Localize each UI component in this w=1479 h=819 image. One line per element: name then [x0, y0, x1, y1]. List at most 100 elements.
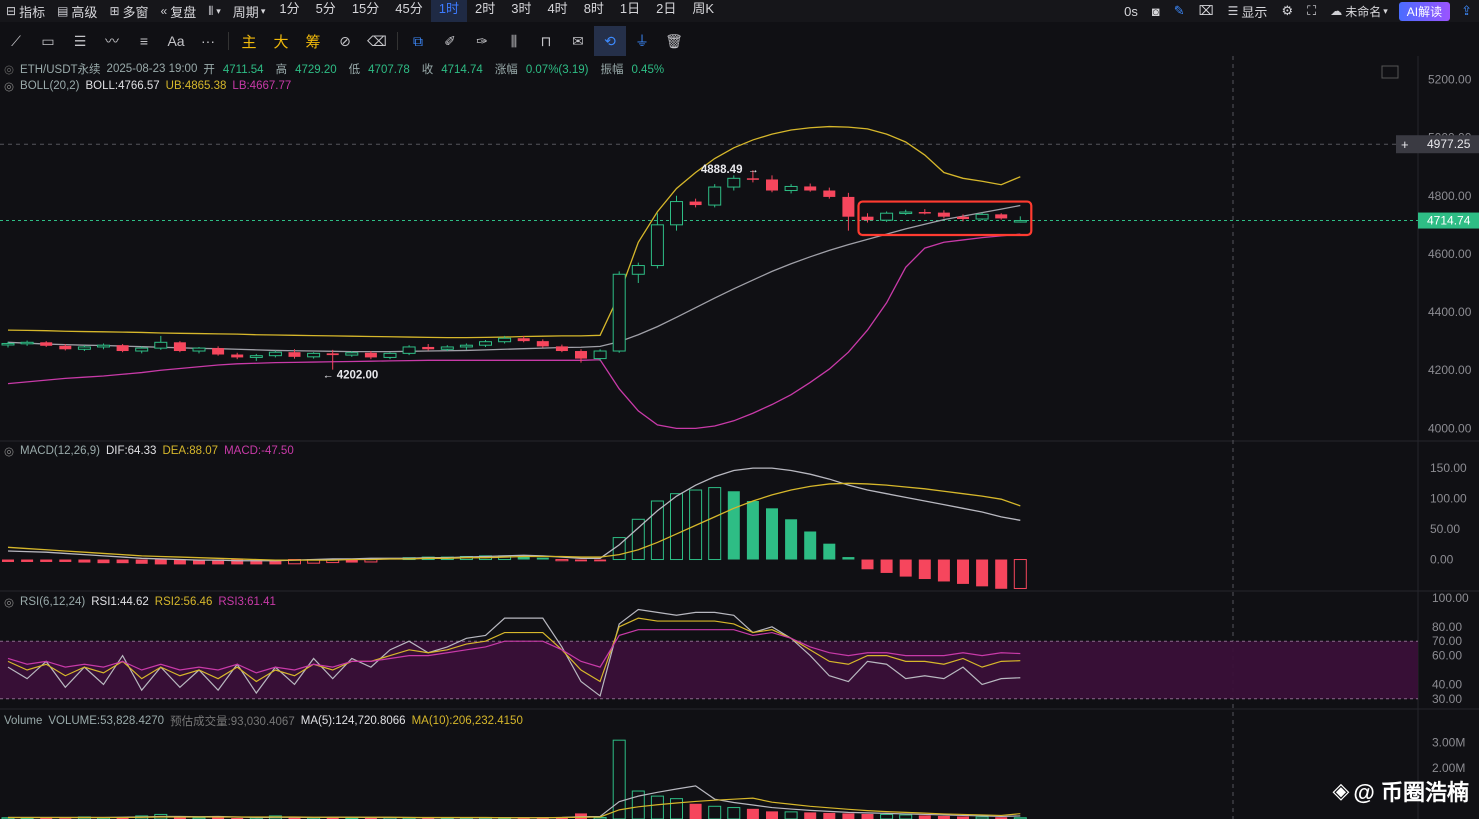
macd-histogram-bar: [631, 518, 645, 561]
volume-bar: [918, 815, 931, 819]
advanced-button[interactable]: ▤ 高级: [51, 0, 103, 22]
candle-body: [479, 341, 492, 346]
candle-body: [364, 352, 377, 358]
last-price-label: 4714.74: [1427, 214, 1471, 228]
candle-body: [631, 265, 645, 275]
macd-histogram-bar: [1013, 559, 1027, 589]
note-icon[interactable]: ✉: [562, 26, 594, 56]
macd-histogram-bar: [154, 559, 167, 565]
candle-body: [766, 179, 778, 191]
eraser-icon[interactable]: ⌫: [361, 26, 393, 56]
replay-button[interactable]: «复盘: [155, 0, 203, 22]
kline-chart[interactable]: 5200.005000.004800.004600.004400.004200.…: [0, 56, 1479, 819]
big-order-button[interactable]: 大: [265, 26, 297, 56]
chart-type-dropdown[interactable]: ⫴ ▾: [202, 0, 227, 22]
multi-window-button[interactable]: ⊞ 多窗: [103, 0, 154, 22]
lock-icon[interactable]: ⊓: [530, 26, 562, 56]
layout-icon[interactable]: ⌧: [1192, 0, 1221, 22]
fullscreen-icon[interactable]: ⛶: [1300, 0, 1323, 22]
rsi-tick-label: 40.00: [1432, 677, 1462, 691]
chips-button[interactable]: 筹: [297, 26, 329, 56]
candle-body: [689, 201, 702, 206]
candlestick-icon: ⫴: [208, 3, 214, 18]
period-tab-6[interactable]: 3时: [503, 0, 539, 22]
brush-icon[interactable]: ✐: [434, 26, 466, 56]
rectangle-tool-icon[interactable]: ▭: [32, 26, 64, 56]
volume-bar: [842, 813, 855, 819]
period-tab-10[interactable]: 2日: [648, 0, 684, 22]
macd-histogram-bar: [670, 493, 683, 561]
macd-histogram-bar: [21, 559, 34, 562]
filter-icon[interactable]: ⏚: [626, 26, 658, 56]
compare-icon[interactable]: ⊘: [329, 26, 361, 56]
camera-icon[interactable]: ◙: [1145, 0, 1167, 22]
period-tab-8[interactable]: 8时: [576, 0, 612, 22]
indicators-button[interactable]: ⊟ 指标: [0, 0, 51, 22]
grid-icon: ⊞: [109, 4, 120, 18]
period-tab-2[interactable]: 15分: [344, 0, 387, 22]
volume-bar: [689, 803, 702, 819]
macd-histogram-bar: [823, 543, 836, 560]
period-tab-4[interactable]: 1时: [430, 0, 467, 22]
period-tab-5[interactable]: 2时: [467, 0, 503, 22]
candle-body: [708, 186, 722, 206]
line-tool-icon[interactable]: ⟋: [0, 26, 32, 56]
highlighter-icon[interactable]: ✑: [466, 26, 498, 56]
volume-tick-label: 2.00M: [1432, 761, 1465, 775]
period-tab-1[interactable]: 5分: [308, 0, 344, 22]
low-marker-label: 4202.00: [337, 370, 379, 382]
candle-body: [823, 190, 836, 197]
ai-interpret-button[interactable]: AI解读: [1398, 1, 1451, 21]
copy-icon[interactable]: ⧉: [402, 26, 434, 56]
macd-histogram-bar: [785, 519, 798, 560]
macd-histogram-bar: [59, 559, 72, 562]
parallel-lines-icon[interactable]: ☰: [64, 26, 96, 56]
candle-body: [498, 337, 512, 343]
main-indicator-button[interactable]: 主: [233, 26, 265, 56]
rsi-band: [0, 641, 1418, 699]
calendar-icon: ▤: [57, 4, 69, 18]
candle-body: [345, 352, 359, 356]
candle-body: [727, 177, 741, 188]
macd-histogram-bar: [650, 500, 664, 561]
volume-bar: [804, 812, 817, 819]
macd-histogram-bar: [708, 487, 722, 561]
candle-body: [670, 201, 683, 226]
list-icon: ☰: [1227, 4, 1239, 18]
fib-tool-icon[interactable]: ≡: [128, 26, 160, 56]
period-dropdown[interactable]: 周期 ▾: [227, 0, 272, 22]
boll-lower-line: [7, 233, 1021, 430]
more-tools-button[interactable]: ···: [192, 26, 224, 56]
rsi-tick-label: 80.00: [1432, 620, 1462, 634]
period-tab-11[interactable]: 周K: [684, 0, 722, 22]
macd-histogram-bar: [937, 559, 950, 582]
pencil-icon[interactable]: ✎: [1167, 0, 1192, 22]
macd-tick-label: 0.00: [1430, 553, 1454, 567]
candle-body: [842, 196, 855, 217]
price-tick-label: 4000.00: [1428, 421, 1472, 435]
wave-tool-icon[interactable]: 〰: [96, 26, 128, 56]
volume-tick-label: 3.00M: [1432, 736, 1465, 750]
settings-icon[interactable]: ⚙: [1274, 0, 1300, 22]
share-icon[interactable]: ⇪: [1454, 0, 1479, 22]
display-button[interactable]: ☰ 显示: [1221, 0, 1275, 22]
candle-body: [1, 342, 15, 346]
crosshair-plus-icon: +: [1401, 137, 1409, 152]
candle-tool-icon[interactable]: ⫼: [498, 26, 530, 56]
rsi-tick-label: 30.00: [1432, 692, 1462, 706]
cloud-save-dropdown[interactable]: ☁ 未命名 ▾: [1323, 0, 1395, 22]
period-tab-9[interactable]: 1日: [612, 0, 648, 22]
text-tool-button[interactable]: Aa: [160, 26, 192, 56]
high-marker-label: 4888.49: [701, 164, 743, 176]
volume-bar: [899, 814, 913, 819]
candle-body: [268, 351, 282, 357]
trash-icon[interactable]: 🗑: [658, 26, 690, 56]
volume-ma5-line: [8, 785, 1021, 819]
magnet-icon[interactable]: ⟲: [594, 26, 626, 56]
macd-histogram-bar: [40, 559, 53, 562]
volume-bar: [727, 807, 741, 819]
macd-histogram-bar: [976, 559, 989, 587]
period-tab-7[interactable]: 4时: [539, 0, 575, 22]
period-tab-3[interactable]: 45分: [387, 0, 430, 22]
period-tab-0[interactable]: 1分: [271, 0, 307, 22]
